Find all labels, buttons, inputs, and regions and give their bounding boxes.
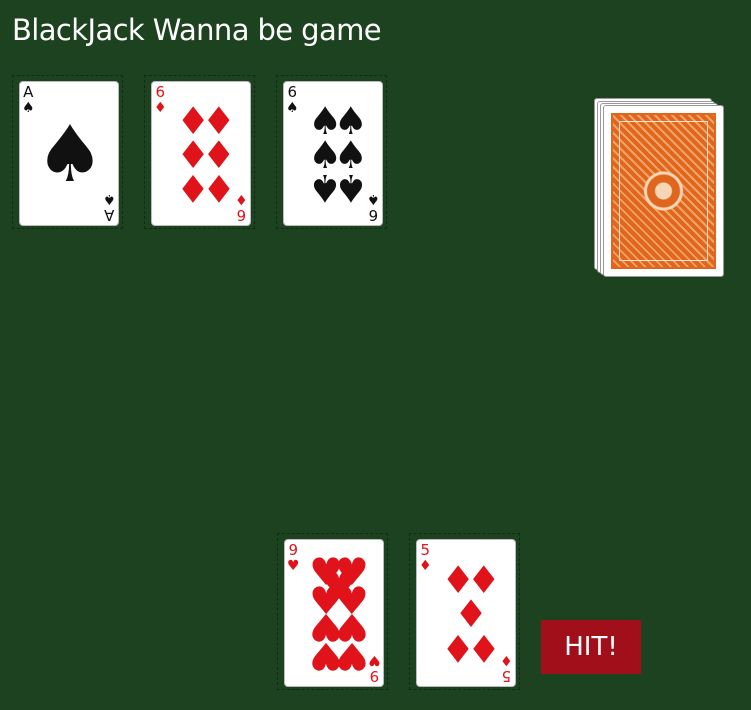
heart-icon: ♥ bbox=[287, 558, 300, 574]
diamond-icon: ♦ bbox=[154, 100, 167, 116]
card-rank: 5 bbox=[501, 667, 512, 685]
diamond-icon: ♦ bbox=[500, 652, 513, 668]
card-corner-index: A ♠ bbox=[22, 83, 35, 116]
card-corner-index: 5 ♦ bbox=[419, 541, 432, 574]
card-rank: 5 bbox=[420, 541, 431, 559]
playing-card: 6 ♠ 6 ♠ ♠ ♠ ♠ ♠ ♠ ♠ bbox=[283, 81, 383, 226]
heart-icon: ♥ bbox=[368, 652, 381, 668]
playing-card: 5 ♦ 5 ♦ ♦ ♦ ♦ ♦ ♦ bbox=[416, 539, 516, 687]
card-slot: A ♠ A ♠ ♠ bbox=[12, 75, 123, 229]
diamond-icon: ♦ bbox=[419, 558, 432, 574]
diamond-icon: ♦ bbox=[235, 191, 248, 207]
playing-card: A ♠ A ♠ ♠ bbox=[19, 81, 119, 226]
card-slot: 6 ♠ 6 ♠ ♠ ♠ ♠ ♠ ♠ ♠ bbox=[276, 75, 387, 229]
playing-card: 9 ♥ 9 ♥ ♥ ♥ ♥ ♥ ♥ ♥ ♥ ♥ ♥ bbox=[284, 539, 384, 687]
heart-icon: ♥ bbox=[334, 633, 369, 678]
card-rank: 6 bbox=[155, 83, 166, 101]
card-rank: A bbox=[104, 206, 115, 224]
hit-button[interactable]: HIT! bbox=[541, 620, 641, 674]
card-rank: 6 bbox=[287, 83, 298, 101]
spade-icon: ♠ bbox=[22, 100, 35, 116]
card-slot: 5 ♦ 5 ♦ ♦ ♦ ♦ ♦ ♦ bbox=[409, 533, 520, 690]
spade-icon: ♠ bbox=[367, 191, 380, 207]
deck-top-card bbox=[603, 105, 724, 277]
card-slot: 9 ♥ 9 ♥ ♥ ♥ ♥ ♥ ♥ ♥ ♥ ♥ ♥ bbox=[277, 533, 388, 690]
card-corner-index: 6 ♠ bbox=[367, 191, 380, 224]
playing-card: 6 ♦ 6 ♦ ♦ ♦ ♦ ♦ ♦ ♦ bbox=[151, 81, 251, 226]
card-slot: 6 ♦ 6 ♦ ♦ ♦ ♦ ♦ ♦ ♦ bbox=[144, 75, 255, 229]
card-rank: 9 bbox=[369, 667, 380, 685]
card-rank: A bbox=[23, 83, 34, 101]
card-corner-index: 5 ♦ bbox=[500, 652, 513, 685]
card-back-pattern bbox=[611, 113, 716, 269]
game-title: BlackJack Wanna be game bbox=[12, 13, 382, 47]
spade-icon: ♠ bbox=[333, 165, 368, 210]
card-corner-index: 6 ♦ bbox=[154, 83, 167, 116]
diamond-icon: ♦ bbox=[466, 625, 501, 670]
diamond-icon: ♦ bbox=[201, 165, 236, 210]
spade-icon: ♠ bbox=[35, 109, 105, 200]
spade-icon: ♠ bbox=[103, 191, 116, 207]
card-corner-index: 9 ♥ bbox=[368, 652, 381, 685]
spade-icon: ♠ bbox=[286, 100, 299, 116]
card-corner-index: 9 ♥ bbox=[287, 541, 300, 574]
card-rank: 6 bbox=[236, 206, 247, 224]
heart-icon: ♥ bbox=[321, 563, 357, 608]
card-corner-index: 6 ♠ bbox=[286, 83, 299, 116]
card-corner-index: 6 ♦ bbox=[235, 191, 248, 224]
card-rank: 6 bbox=[368, 206, 379, 224]
card-corner-index: A ♠ bbox=[103, 191, 116, 224]
card-rank: 9 bbox=[288, 541, 299, 559]
